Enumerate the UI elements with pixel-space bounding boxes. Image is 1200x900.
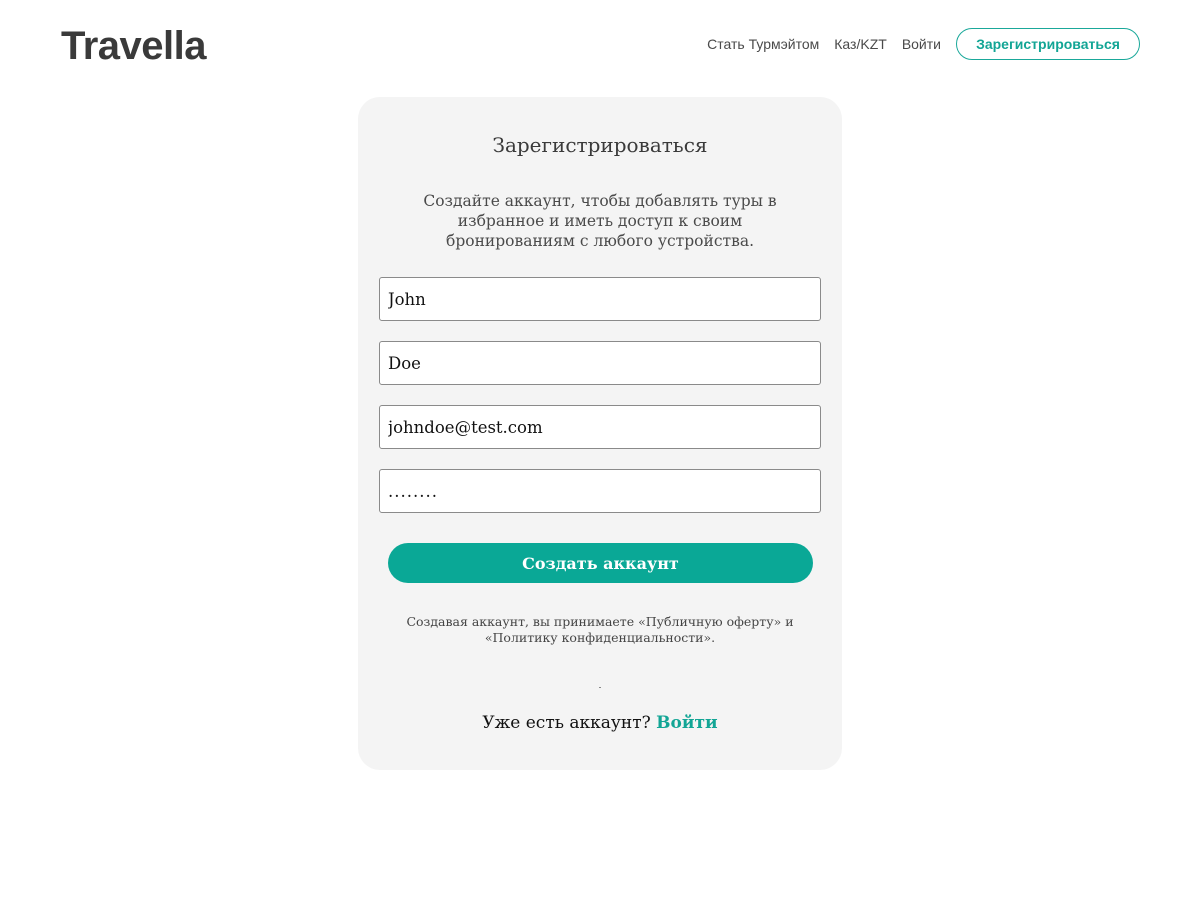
nav-currency-selector[interactable]: Каз/KZT bbox=[834, 28, 887, 60]
signup-card: Зарегистрироваться Создайте аккаунт, что… bbox=[358, 97, 842, 770]
form-title: Зарегистрироваться bbox=[492, 133, 708, 157]
email-input[interactable] bbox=[379, 405, 821, 449]
top-header: Travella Стать Турмэйтом Каз/KZT Войти З… bbox=[0, 0, 1200, 90]
password-input[interactable] bbox=[379, 469, 821, 513]
divider-dot bbox=[599, 687, 601, 688]
create-account-button[interactable]: Создать аккаунт bbox=[388, 543, 813, 583]
login-link[interactable]: Войти bbox=[656, 713, 717, 733]
first-name-input[interactable] bbox=[379, 277, 821, 321]
form-subtitle: Создайте аккаунт, чтобы добавлять туры в… bbox=[423, 192, 777, 250]
last-name-input[interactable] bbox=[379, 341, 821, 385]
signup-button[interactable]: Зарегистрироваться bbox=[956, 28, 1140, 60]
top-nav: Стать Турмэйтом Каз/KZT Войти Зарегистри… bbox=[707, 28, 1140, 60]
login-prompt: Уже есть аккаунт? Войти bbox=[358, 711, 842, 735]
nav-login[interactable]: Войти bbox=[902, 28, 941, 60]
have-account-text: Уже есть аккаунт? bbox=[482, 713, 651, 733]
nav-become-tourmate[interactable]: Стать Турмэйтом bbox=[707, 28, 819, 60]
logo[interactable]: Travella bbox=[61, 24, 207, 68]
terms-text: Создавая аккаунт, вы принимаете «Публичн… bbox=[406, 614, 794, 645]
